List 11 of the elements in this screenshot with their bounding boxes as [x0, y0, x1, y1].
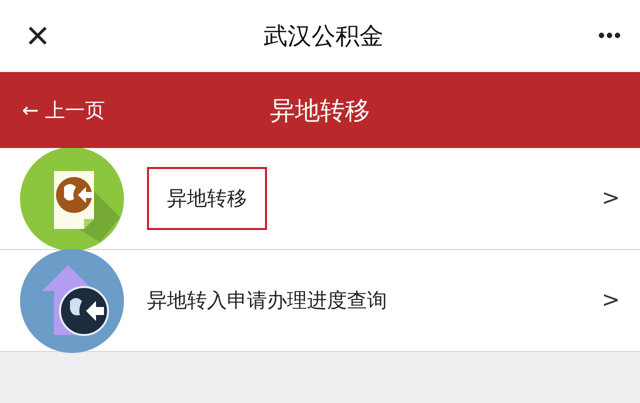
item-label: 异地转移	[147, 167, 267, 230]
list-item[interactable]: 异地转入申请办理进度查询 >	[0, 250, 640, 352]
close-button[interactable]: ×	[26, 16, 50, 56]
list-item[interactable]: 异地转移 >	[0, 148, 640, 250]
item-label: 异地转入申请办理进度查询	[147, 287, 388, 314]
page-title: 武汉公积金	[264, 21, 384, 52]
chevron-icon: >	[602, 186, 620, 211]
header-title: 异地转移	[269, 94, 371, 126]
chevron-icon: >	[602, 288, 620, 313]
more-button[interactable]: •••	[598, 24, 622, 48]
back-button[interactable]: ← 上一页	[22, 96, 106, 124]
